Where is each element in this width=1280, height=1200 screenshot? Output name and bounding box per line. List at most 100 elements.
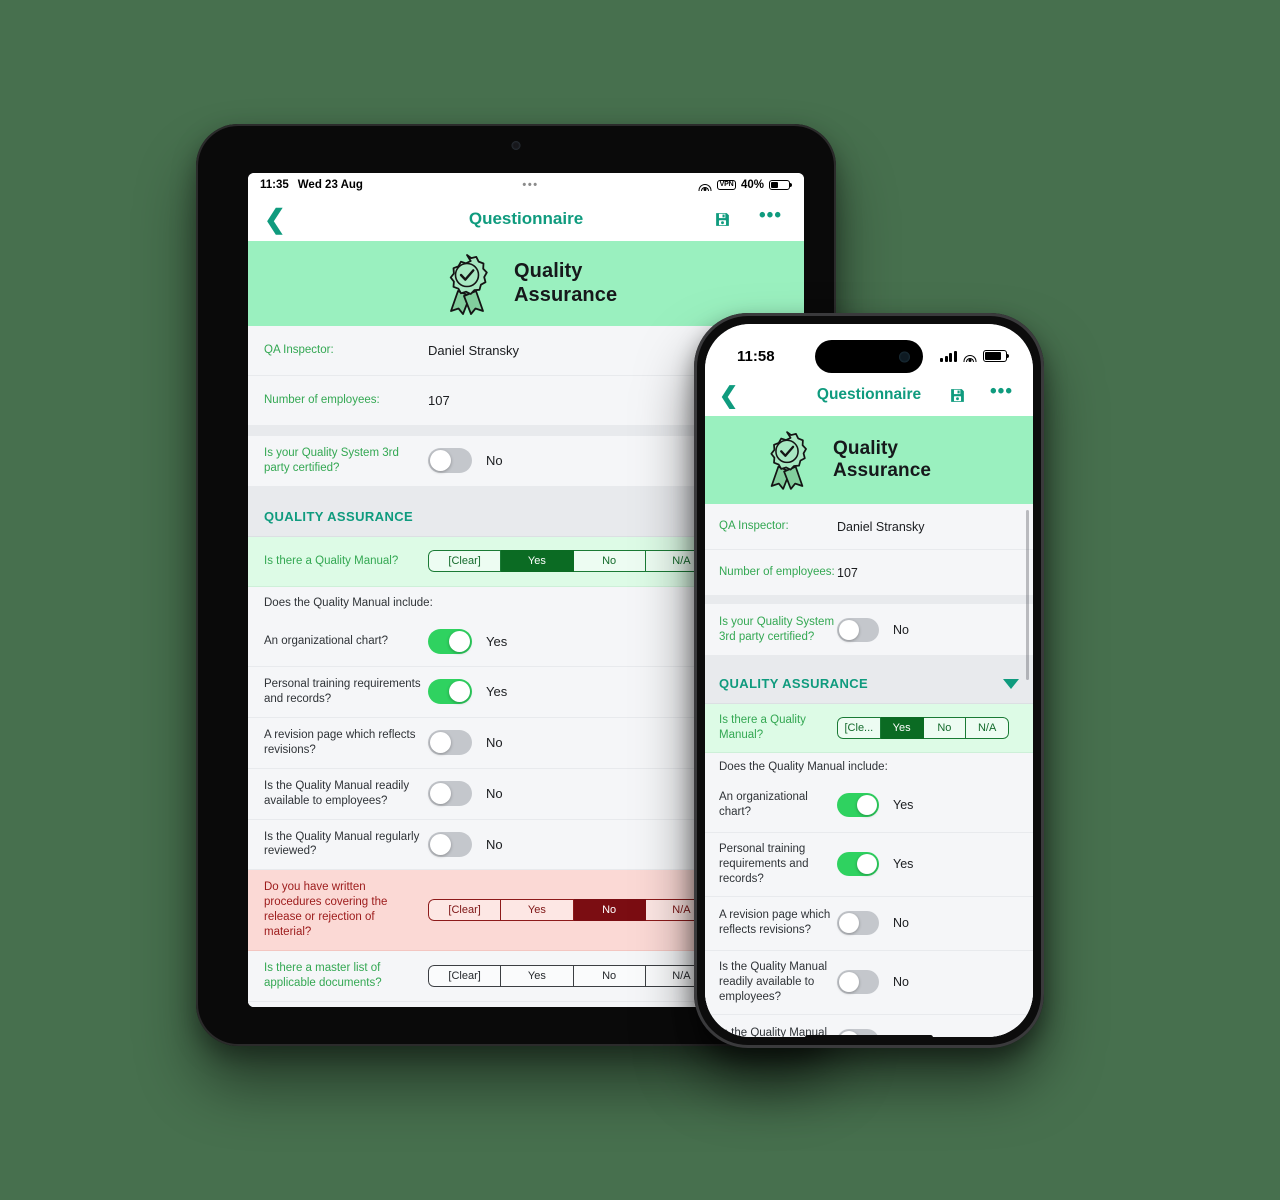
segment-option-clear[interactable]: [Clear] <box>428 550 502 573</box>
section-title: QUALITY ASSURANCE <box>719 676 869 691</box>
segment-option-no[interactable]: No <box>573 965 646 988</box>
toggle-value: No <box>486 453 503 469</box>
toggle-switch[interactable] <box>837 970 879 995</box>
field-value: Daniel Stransky <box>837 519 925 534</box>
toggle-switch[interactable] <box>428 679 472 705</box>
toggle-value: No <box>486 786 503 802</box>
question-label: Is the Quality Manual readily available … <box>719 960 828 1003</box>
segment-option-clear[interactable]: [Cle... <box>837 716 881 739</box>
phone-form-body: QA Inspector: Daniel Stransky Number of … <box>705 504 1033 1037</box>
vertical-scrollbar[interactable] <box>1026 510 1029 680</box>
field-row-number-of-employees[interactable]: Number of employees: 107 <box>705 550 1033 596</box>
toggle-switch[interactable] <box>428 628 472 654</box>
back-button[interactable]: ❮ <box>719 383 738 407</box>
nav-actions: ••• <box>949 383 1013 404</box>
status-center-dots: ••• <box>522 178 539 191</box>
segment-option-clear[interactable]: [Clear] <box>428 899 502 922</box>
toggle-switch[interactable] <box>837 617 879 642</box>
phone-screen: 11:58 ❮ Questionnaire ••• Quality Assura… <box>705 324 1033 1037</box>
toggle-value: Yes <box>486 633 508 649</box>
toggle-switch[interactable] <box>837 911 879 936</box>
segment-option-yes[interactable]: Yes <box>880 716 924 739</box>
segmented-control[interactable]: [Cle... Yes No N/A <box>837 716 1009 739</box>
field-label: Number of employees: <box>264 394 380 407</box>
toggle-value: No <box>893 622 909 637</box>
segment-option-clear[interactable]: [Clear] <box>428 965 502 988</box>
toggle-switch[interactable] <box>428 730 472 756</box>
field-label: QA Inspector: <box>719 520 789 533</box>
segmented-control[interactable]: [Clear] Yes No N/A <box>428 550 718 573</box>
save-floppy-icon[interactable] <box>714 211 731 228</box>
hero-title-line1: Quality <box>833 437 899 459</box>
question-row-regularly-reviewed[interactable]: Is the Quality Manual regularly reviewed… <box>705 1014 1033 1037</box>
nav-actions: ••• <box>714 207 782 228</box>
phone-device: 11:58 ❮ Questionnaire ••• Quality Assura… <box>694 313 1044 1048</box>
field-value: Daniel Stransky <box>428 343 520 358</box>
save-floppy-icon[interactable] <box>949 387 966 404</box>
toggle-switch[interactable] <box>837 852 879 877</box>
question-label: Personal training requirements and recor… <box>719 842 809 885</box>
question-label: Is the Quality Manual readily available … <box>264 779 410 807</box>
wifi-icon <box>698 180 712 191</box>
field-value: 107 <box>428 393 450 408</box>
quality-badge-icon <box>449 253 488 315</box>
toggle-switch[interactable] <box>428 781 472 807</box>
toggle-value: No <box>893 916 909 931</box>
segment-option-na[interactable]: N/A <box>966 716 1009 739</box>
hero-title-line1: Quality <box>514 259 583 282</box>
vpn-icon: VPN <box>717 179 736 191</box>
question-row-personal-training[interactable]: Personal training requirements and recor… <box>705 832 1033 897</box>
segment-option-yes[interactable]: Yes <box>501 965 574 988</box>
quality-badge-icon <box>770 431 807 490</box>
more-options-icon[interactable]: ••• <box>990 383 1013 403</box>
home-indicator <box>805 1035 933 1040</box>
subsection-label: Does the Quality Manual include: <box>264 597 433 610</box>
toggle-value: Yes <box>893 857 914 872</box>
question-row-revision-page[interactable]: A revision page which reflects revisions… <box>705 896 1033 951</box>
question-label: Personal training requirements and recor… <box>264 677 421 705</box>
scene: 11:35 Wed 23 Aug ••• VPN 40% ❮ Questionn… <box>0 0 1280 1200</box>
segment-option-no[interactable]: No <box>573 899 646 922</box>
phone-nav-bar: ❮ Questionnaire ••• <box>705 374 1033 416</box>
status-time: 11:35 <box>260 179 289 191</box>
toggle-switch[interactable] <box>837 793 879 818</box>
status-time: 11:58 <box>737 347 775 365</box>
segment-option-no[interactable]: No <box>923 716 967 739</box>
field-label: QA Inspector: <box>264 344 334 357</box>
question-row-is-there-quality-manual[interactable]: Is there a Quality Manual? [Cle... Yes N… <box>705 704 1033 753</box>
tablet-status-bar: 11:35 Wed 23 Aug ••• VPN 40% <box>248 173 804 197</box>
segmented-control[interactable]: [Clear] Yes No N/A <box>428 899 718 922</box>
field-row-qa-inspector[interactable]: QA Inspector: Daniel Stransky <box>705 504 1033 550</box>
question-label: Is your Quality System 3rd party certifi… <box>264 447 399 474</box>
segment-option-yes[interactable]: Yes <box>501 899 574 922</box>
battery-icon <box>769 179 790 191</box>
question-row-readily-available[interactable]: Is the Quality Manual readily available … <box>705 950 1033 1015</box>
question-row-organizational-chart[interactable]: An organizational chart? Yes <box>705 778 1033 833</box>
status-indicators: VPN 40% <box>698 179 790 191</box>
segment-option-yes[interactable]: Yes <box>501 550 574 573</box>
subsection-label: Does the Quality Manual include: <box>719 761 888 774</box>
toggle-switch[interactable] <box>428 448 472 474</box>
dynamic-island <box>815 340 923 373</box>
segmented-control[interactable]: [Clear] Yes No N/A <box>428 965 718 988</box>
question-row-3rd-party-certified[interactable]: Is your Quality System 3rd party certifi… <box>705 604 1033 656</box>
question-label: Is there a master list of applicable doc… <box>264 962 382 990</box>
more-options-icon[interactable]: ••• <box>759 207 782 227</box>
phone-hero-banner: Quality Assurance <box>705 416 1033 504</box>
cellular-signal-icon <box>940 350 957 362</box>
toggle-switch[interactable] <box>428 831 472 857</box>
question-label: Is the Quality Manual regularly reviewed… <box>264 830 420 858</box>
phone-hero-title: Quality Assurance <box>833 438 931 483</box>
question-label: Is there a Quality Manual? <box>264 554 399 567</box>
battery-percent-label: 40% <box>740 179 764 191</box>
back-button[interactable]: ❮ <box>264 206 286 232</box>
question-label: A revision page which reflects revisions… <box>719 909 831 937</box>
chevron-down-icon[interactable] <box>1003 678 1019 689</box>
question-label: Is there a Quality Manual? <box>719 714 806 741</box>
segment-option-no[interactable]: No <box>573 550 646 573</box>
section-title: QUALITY ASSURANCE <box>264 508 414 524</box>
tablet-hero-title: Quality Assurance <box>514 260 617 307</box>
section-header-quality-assurance[interactable]: QUALITY ASSURANCE <box>705 664 1033 704</box>
band-divider <box>705 596 1033 604</box>
question-label: A revision page which reflects revisions… <box>264 728 416 756</box>
